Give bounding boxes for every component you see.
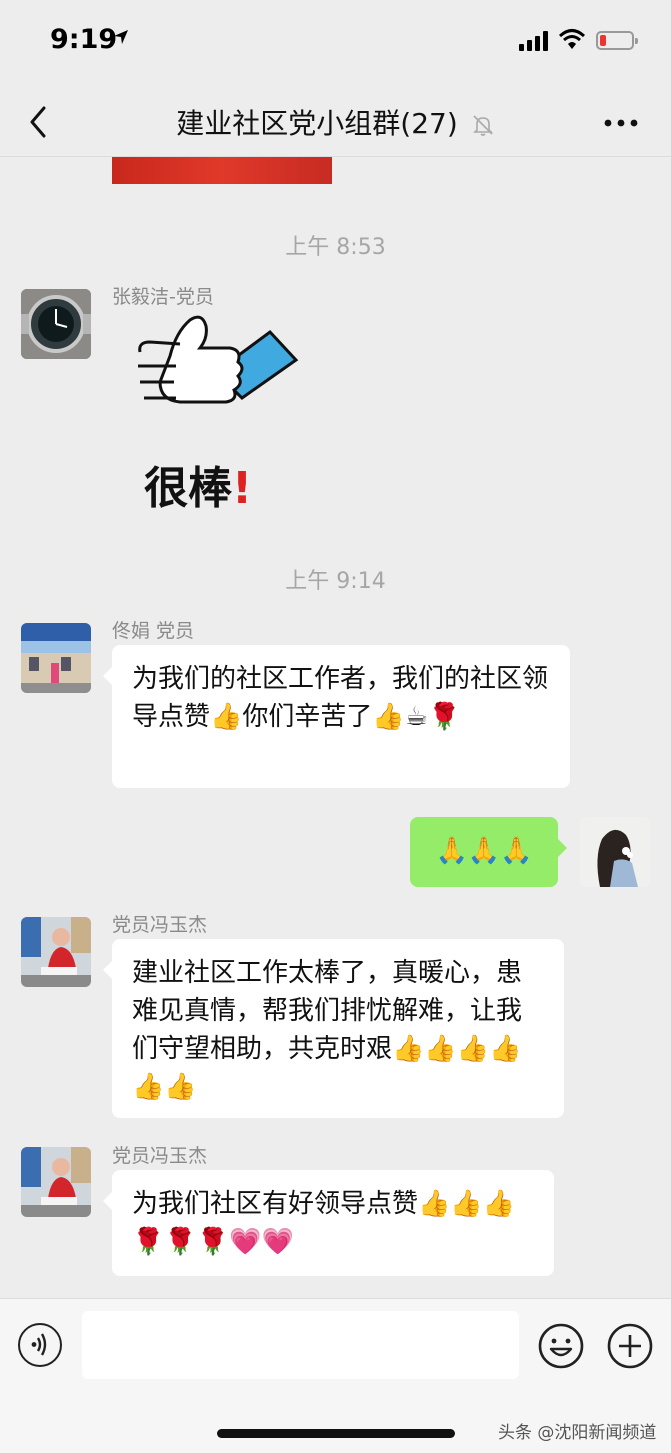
message-bubble[interactable]: 为我们的社区工作者，我们的社区领导点赞👍你们辛苦了👍☕🌹 [103, 645, 570, 788]
cellular-signal-icon [519, 31, 548, 51]
plus-icon[interactable] [607, 1323, 653, 1369]
voice-input-icon[interactable] [18, 1323, 62, 1367]
home-indicator [217, 1429, 455, 1438]
more-options-icon[interactable] [604, 118, 638, 128]
sender-name: 党员冯玉杰 [112, 914, 208, 936]
avatar[interactable] [21, 917, 91, 987]
previous-image-message[interactable] [112, 157, 332, 184]
watermark: 头条 @沈阳新闻频道 [498, 1423, 657, 1443]
status-time: 9:19 [50, 24, 118, 55]
sticker-exclamation: ! [232, 463, 253, 514]
avatar-self[interactable] [580, 817, 650, 887]
message-bubble[interactable]: 建业社区工作太棒了，真暖心，患难见真情，帮我们排忧解难，让我们守望相助，共克时艰… [103, 939, 564, 1118]
message-input[interactable] [82, 1311, 519, 1379]
sender-name: 佟娟 党员 [112, 620, 195, 642]
emoji-icon[interactable] [538, 1323, 584, 1369]
mute-bell-icon [472, 115, 493, 136]
avatar[interactable] [21, 623, 91, 693]
thumbs-up-icon [138, 315, 299, 404]
group-name: 建业社区党小组群(27) [176, 107, 458, 140]
timestamp: 上午 9:14 [285, 569, 386, 594]
wifi-icon [558, 29, 586, 49]
sticker-caption: 很棒 [144, 463, 232, 514]
message-bubble[interactable]: 为我们社区有好领导点赞👍👍👍🌹🌹🌹💗💗 [103, 1170, 554, 1276]
avatar[interactable] [21, 289, 91, 359]
location-arrow-icon [114, 30, 128, 44]
status-bar: 9:19 [0, 0, 671, 90]
timestamp: 上午 8:53 [285, 235, 386, 260]
chat-title: 建业社区党小组群(27) [0, 102, 671, 142]
header-divider [0, 156, 671, 157]
battery-icon [596, 31, 638, 50]
sender-name: 张毅洁-党员 [112, 286, 214, 308]
avatar[interactable] [21, 1147, 91, 1217]
chat-header: 建业社区党小组群(27) [0, 90, 671, 156]
sticker-message[interactable]: 很棒! [130, 312, 310, 522]
sender-name: 党员冯玉杰 [112, 1145, 208, 1167]
message-bubble-self[interactable]: 🙏🙏🙏 [410, 817, 567, 887]
